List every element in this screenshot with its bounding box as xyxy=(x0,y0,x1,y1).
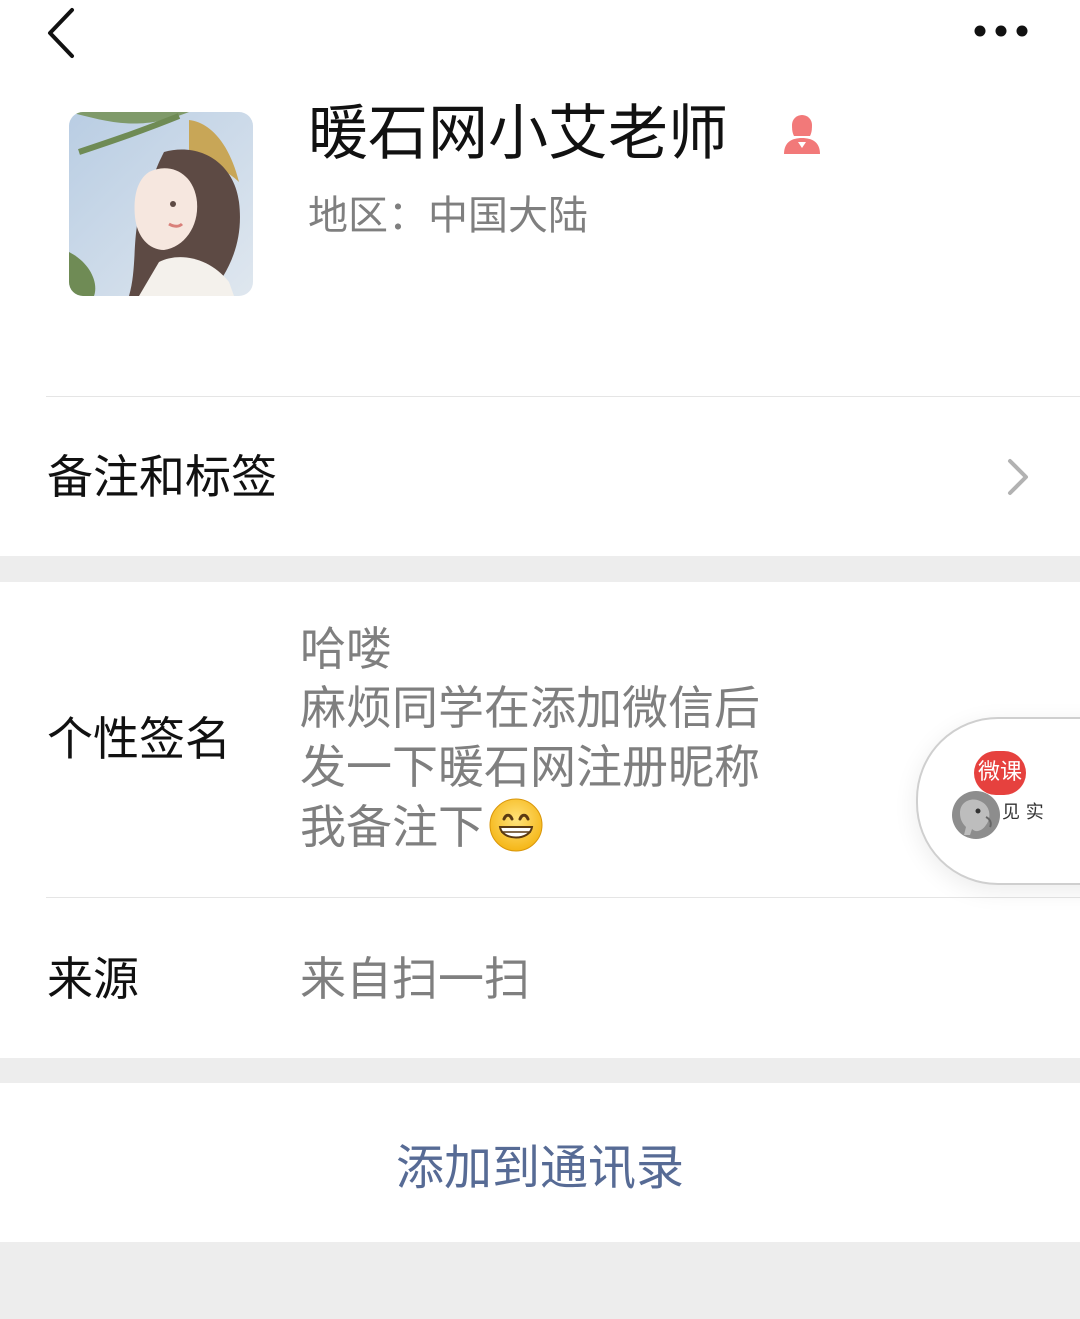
profile-header: 暖石网小艾老师 地区：中国大陆 备注和标签 xyxy=(0,0,1080,556)
signature-line: 麻烦同学在添加微信后 xyxy=(300,681,760,735)
female-person-icon xyxy=(784,115,820,154)
jianshi-label: 见 实 xyxy=(1002,802,1044,823)
signature-line: 哈喽 xyxy=(300,622,392,676)
signature-line-last: 我备注下 xyxy=(300,797,820,857)
avatar[interactable] xyxy=(69,112,253,296)
floating-widget[interactable]: 微课 见 实 xyxy=(916,717,1080,885)
signature-line-text: 我备注下 xyxy=(300,800,484,854)
remark-and-tags-row[interactable]: 备注和标签 xyxy=(0,397,1080,556)
action-card: 添加到通讯录 xyxy=(0,1083,1080,1242)
signature-line: 发一下暖石网注册昵称 xyxy=(300,740,760,794)
source-label: 来源 xyxy=(47,952,139,1006)
profile-name: 暖石网小艾老师 xyxy=(308,99,728,169)
signature-text: 哈喽 麻烦同学在添加微信后 发一下暖石网注册昵称 我备注下 xyxy=(300,620,820,857)
remark-and-tags-label: 备注和标签 xyxy=(47,450,277,504)
grinning-face-icon xyxy=(489,798,543,852)
more-icon[interactable] xyxy=(966,14,1036,48)
profile-region: 地区：中国大陆 xyxy=(308,193,588,239)
elephant-icon xyxy=(952,791,1000,839)
add-to-contacts-button[interactable]: 添加到通讯录 xyxy=(0,1083,1080,1242)
divider xyxy=(46,897,1080,898)
chevron-right-icon xyxy=(1008,459,1028,495)
back-icon[interactable] xyxy=(40,4,90,60)
source-value: 来自扫一扫 xyxy=(300,952,530,1006)
signature-label: 个性签名 xyxy=(47,712,231,766)
